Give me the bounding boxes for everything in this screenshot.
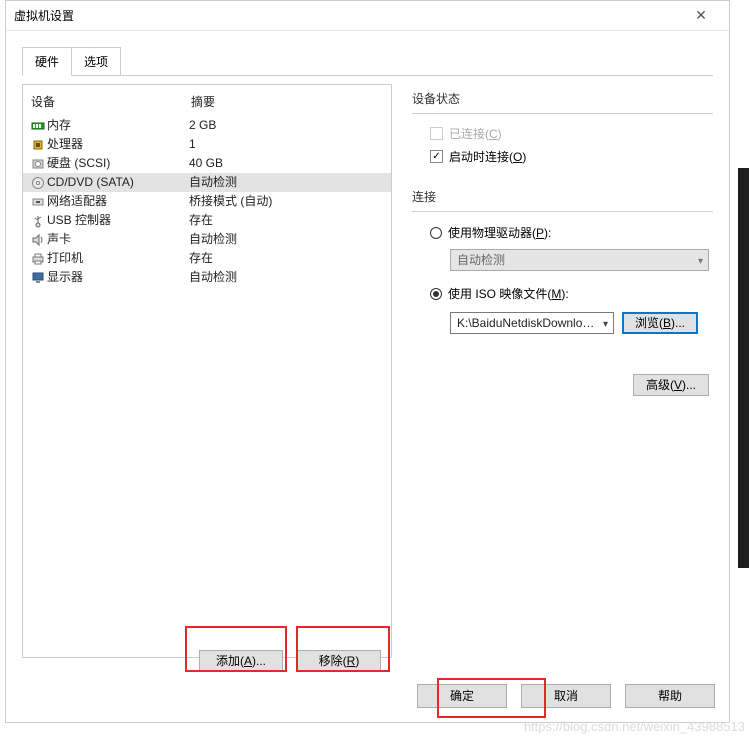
remove-button[interactable]: 移除(R) bbox=[297, 650, 381, 672]
printer-icon bbox=[29, 252, 47, 266]
checkbox-connected: 已连接(C) bbox=[412, 122, 713, 145]
device-name: 内存 bbox=[47, 116, 189, 135]
device-name: CD/DVD (SATA) bbox=[47, 173, 189, 192]
device-row[interactable]: 硬盘 (SCSI)40 GB bbox=[23, 154, 391, 173]
vm-settings-dialog: 虚拟机设置 ✕ 硬件 选项 设备 摘要 内存2 GB处理器1硬盘 (SCSI)4… bbox=[5, 0, 730, 723]
device-list: 内存2 GB处理器1硬盘 (SCSI)40 GBCD/DVD (SATA)自动检… bbox=[23, 116, 391, 657]
advanced-button[interactable]: 高级(V)... bbox=[633, 374, 709, 396]
device-name: USB 控制器 bbox=[47, 211, 189, 230]
cpu-icon bbox=[29, 138, 47, 152]
dialog-footer: 确定 取消 帮助 bbox=[417, 684, 715, 708]
display-icon bbox=[29, 271, 47, 285]
help-button[interactable]: 帮助 bbox=[625, 684, 715, 708]
device-list-header: 设备 摘要 bbox=[23, 85, 391, 116]
device-name: 显示器 bbox=[47, 268, 189, 287]
use-physical-label: 使用物理驱动器(P): bbox=[448, 224, 551, 241]
device-summary: 存在 bbox=[189, 249, 387, 268]
device-summary: 自动检测 bbox=[189, 230, 387, 249]
checkbox-icon bbox=[430, 127, 443, 140]
radio-use-iso[interactable]: 使用 ISO 映像文件(M): bbox=[412, 281, 713, 306]
radio-use-physical[interactable]: 使用物理驱动器(P): bbox=[412, 220, 713, 245]
disk-icon bbox=[29, 157, 47, 171]
add-remove-row: 添加(A)... 移除(R) bbox=[199, 650, 381, 672]
cancel-button[interactable]: 取消 bbox=[521, 684, 611, 708]
device-row[interactable]: 打印机存在 bbox=[23, 249, 391, 268]
device-summary: 存在 bbox=[189, 211, 387, 230]
memory-icon bbox=[29, 119, 47, 133]
device-row[interactable]: USB 控制器存在 bbox=[23, 211, 391, 230]
device-summary: 2 GB bbox=[189, 116, 387, 135]
connection-group: 使用物理驱动器(P): 自动检测 使用 ISO 映像文件(M): K:\Baid… bbox=[412, 211, 713, 396]
iso-file-line: K:\BaiduNetdiskDownload\rh 浏览(B)... bbox=[412, 306, 713, 334]
tab-strip: 硬件 选项 bbox=[6, 31, 729, 76]
cd-icon bbox=[29, 176, 47, 190]
watermark: https://blog.csdn.net/weixin_43988513 bbox=[524, 719, 745, 734]
device-row[interactable]: 声卡自动检测 bbox=[23, 230, 391, 249]
physical-drive-row: 自动检测 bbox=[412, 245, 713, 281]
browse-button[interactable]: 浏览(B)... bbox=[622, 312, 698, 334]
device-summary: 自动检测 bbox=[189, 268, 387, 287]
device-summary: 1 bbox=[189, 135, 387, 154]
physical-drive-combo: 自动检测 bbox=[450, 249, 709, 271]
radio-icon bbox=[430, 288, 442, 300]
advanced-row: 高级(V)... bbox=[412, 334, 713, 396]
connected-label: 已连接(C) bbox=[449, 125, 502, 142]
device-name: 网络适配器 bbox=[47, 192, 189, 211]
device-name: 声卡 bbox=[47, 230, 189, 249]
device-row[interactable]: 内存2 GB bbox=[23, 116, 391, 135]
device-status-group: 已连接(C) ✓ 启动时连接(O) bbox=[412, 113, 713, 168]
connection-title: 连接 bbox=[412, 188, 713, 205]
add-button[interactable]: 添加(A)... bbox=[199, 650, 283, 672]
header-device: 设备 bbox=[31, 93, 191, 110]
device-row[interactable]: 显示器自动检测 bbox=[23, 268, 391, 287]
device-row[interactable]: 处理器1 bbox=[23, 135, 391, 154]
sound-icon bbox=[29, 233, 47, 247]
window-title: 虚拟机设置 bbox=[14, 7, 681, 24]
close-icon[interactable]: ✕ bbox=[681, 7, 721, 24]
content-row: 设备 摘要 内存2 GB处理器1硬盘 (SCSI)40 GBCD/DVD (SA… bbox=[6, 76, 729, 666]
device-summary: 40 GB bbox=[189, 154, 387, 173]
device-summary: 自动检测 bbox=[189, 173, 387, 192]
device-row[interactable]: CD/DVD (SATA)自动检测 bbox=[23, 173, 391, 192]
iso-path-combo[interactable]: K:\BaiduNetdiskDownload\rh bbox=[450, 312, 614, 334]
device-list-panel: 设备 摘要 内存2 GB处理器1硬盘 (SCSI)40 GBCD/DVD (SA… bbox=[22, 84, 392, 658]
radio-icon bbox=[430, 227, 442, 239]
header-summary: 摘要 bbox=[191, 93, 385, 110]
usb-icon bbox=[29, 214, 47, 228]
device-name: 处理器 bbox=[47, 135, 189, 154]
connect-on-poweron-label: 启动时连接(O) bbox=[449, 148, 526, 165]
tab-options[interactable]: 选项 bbox=[71, 47, 121, 76]
titlebar: 虚拟机设置 ✕ bbox=[6, 1, 729, 31]
device-name: 打印机 bbox=[47, 249, 189, 268]
tab-hardware[interactable]: 硬件 bbox=[22, 47, 72, 76]
device-row[interactable]: 网络适配器桥接模式 (自动) bbox=[23, 192, 391, 211]
checkbox-connect-on-poweron[interactable]: ✓ 启动时连接(O) bbox=[412, 145, 713, 168]
device-status-title: 设备状态 bbox=[412, 90, 713, 107]
right-panel: 设备状态 已连接(C) ✓ 启动时连接(O) 连接 bbox=[392, 84, 713, 658]
device-name: 硬盘 (SCSI) bbox=[47, 154, 189, 173]
use-iso-label: 使用 ISO 映像文件(M): bbox=[448, 285, 569, 302]
net-icon bbox=[29, 195, 47, 209]
checkbox-icon: ✓ bbox=[430, 150, 443, 163]
side-dark-strip bbox=[738, 168, 749, 568]
ok-button[interactable]: 确定 bbox=[417, 684, 507, 708]
device-summary: 桥接模式 (自动) bbox=[189, 192, 387, 211]
